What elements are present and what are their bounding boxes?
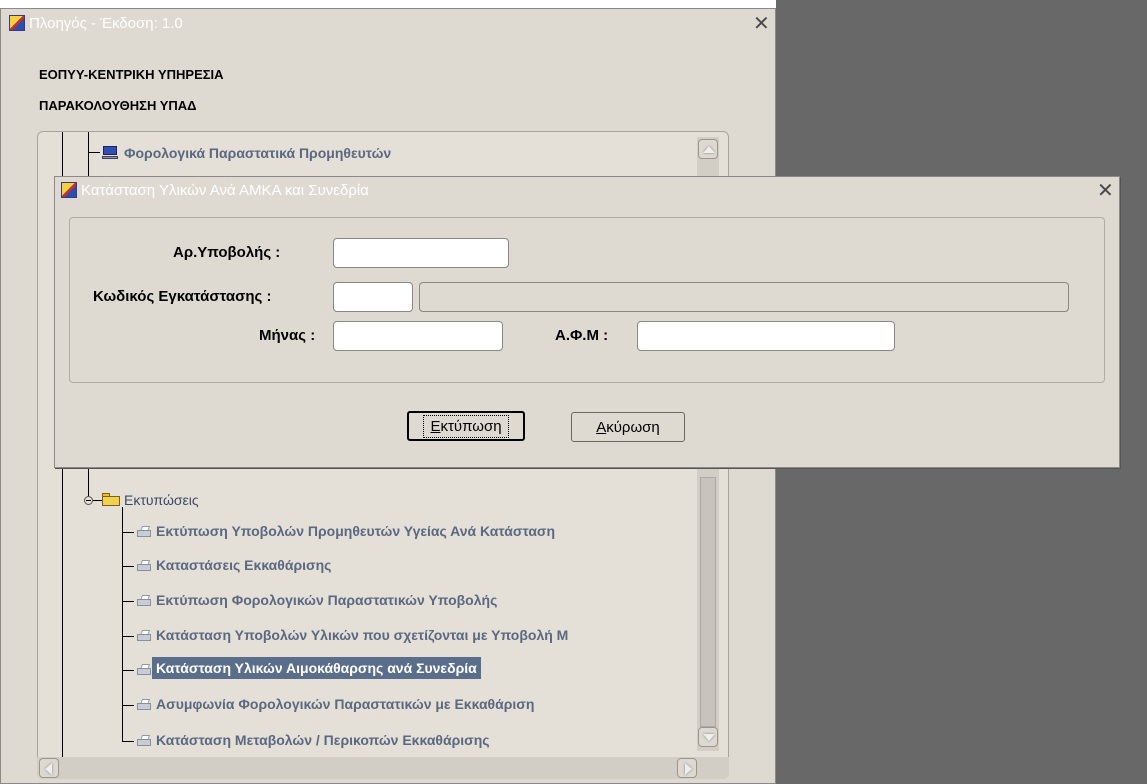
facility-code-input[interactable] xyxy=(333,282,413,312)
tree-line xyxy=(122,601,134,602)
tree-folder-prints[interactable]: Εκτυπώσεις xyxy=(124,492,199,508)
folder-open-icon xyxy=(102,493,120,506)
print-button[interactable]: Εκτύπωση xyxy=(407,411,525,441)
printer-icon xyxy=(136,699,152,711)
tree-line xyxy=(122,670,134,671)
tree-line xyxy=(122,532,134,533)
arrow-left-icon xyxy=(45,763,52,775)
print-mnemonic: Ε xyxy=(430,417,441,435)
org-label: ΕΟΠΥΥ-ΚΕΝΤΡΙΚΗ ΥΠΗΡΕΣΙΑ xyxy=(39,67,224,82)
tree-line xyxy=(122,705,134,706)
scroll-up-button[interactable] xyxy=(698,139,718,159)
tree-item[interactable]: Εκτύπωση Υποβολών Προμηθευτών Υγείας Ανά… xyxy=(156,523,555,539)
dialog-close-icon[interactable]: ✕ xyxy=(1097,180,1114,200)
printer-icon xyxy=(136,560,152,572)
folder-collapse-toggle[interactable] xyxy=(84,496,93,505)
navigator-close-icon[interactable]: ✕ xyxy=(753,13,770,33)
vertical-scroll-thumb[interactable] xyxy=(700,477,716,727)
tree-item[interactable]: Εκτύπωση Φορολογικών Παραστατικών Υποβολ… xyxy=(156,592,497,608)
tree-item[interactable]: Ασυμφωνία Φορολογικών Παραστατικών με Εκ… xyxy=(156,696,534,712)
tree-item[interactable]: Κατάσταση Υποβολών Υλικών που σχετίζοντα… xyxy=(156,627,568,643)
tree-item-selected[interactable]: Κατάσταση Υλικών Αιμοκάθαρσης ανά Συνεδρ… xyxy=(152,657,481,679)
tree-line xyxy=(88,152,100,153)
scroll-left-button[interactable] xyxy=(39,758,59,778)
scroll-right-button[interactable] xyxy=(677,758,697,778)
app-icon xyxy=(9,15,25,31)
cancel-button[interactable]: Ακύρωση xyxy=(571,412,685,442)
tree-line xyxy=(122,741,134,742)
month-input[interactable] xyxy=(333,321,503,351)
printer-icon xyxy=(136,526,152,538)
computer-icon xyxy=(102,146,118,160)
arrow-down-icon xyxy=(703,734,715,741)
facility-name-field xyxy=(419,282,1069,312)
cancel-label: κύρωση xyxy=(606,418,660,436)
dialog-title: Κατάσταση Υλικών Ανά ΑΜΚΑ και Συνεδρία xyxy=(81,182,369,199)
tree-line xyxy=(122,566,134,567)
facility-code-label: Κωδικός Εγκατάστασης : xyxy=(93,288,272,305)
afm-label: Α.Φ.Μ : xyxy=(555,327,609,344)
print-label: κτύπωση xyxy=(440,417,502,435)
month-label: Μήνας : xyxy=(259,327,316,344)
tree-item-tax-documents[interactable]: Φορολογικά Παραστατικά Προμηθευτών xyxy=(124,145,391,161)
afm-input[interactable] xyxy=(637,321,895,351)
tree-item[interactable]: Κατάσταση Μεταβολών / Περικοπών Εκκαθάρι… xyxy=(156,732,490,748)
horizontal-scrollbar[interactable] xyxy=(37,757,729,779)
tree-line xyxy=(122,636,134,637)
submission-no-label: Αρ.Υποβολής : xyxy=(173,244,281,261)
printer-icon xyxy=(136,595,152,607)
cancel-mnemonic: Α xyxy=(596,418,607,436)
module-label: ΠΑΡΑΚΟΛΟΥΘΗΣΗ ΥΠΑΔ xyxy=(39,98,197,113)
printer-icon xyxy=(136,630,152,642)
dialog-app-icon xyxy=(61,182,77,198)
report-dialog: Κατάσταση Υλικών Ανά ΑΜΚΑ και Συνεδρία ✕… xyxy=(54,176,1120,468)
tree-line xyxy=(122,507,123,742)
arrow-right-icon xyxy=(685,763,692,775)
navigator-titlebar[interactable]: Πλοηγός - Έκδοση: 1.0 ✕ xyxy=(1,9,775,37)
scroll-down-button[interactable] xyxy=(698,727,718,747)
printer-icon xyxy=(136,735,152,747)
top-strip xyxy=(0,0,776,8)
navigator-title: Πλοηγός - Έκδοση: 1.0 xyxy=(29,15,183,32)
tree-item[interactable]: Καταστάσεις Εκκαθάρισης xyxy=(156,557,331,573)
submission-no-input[interactable] xyxy=(333,238,509,268)
arrow-up-icon xyxy=(703,146,715,153)
tree-line xyxy=(62,457,63,777)
printer-icon xyxy=(136,664,152,676)
